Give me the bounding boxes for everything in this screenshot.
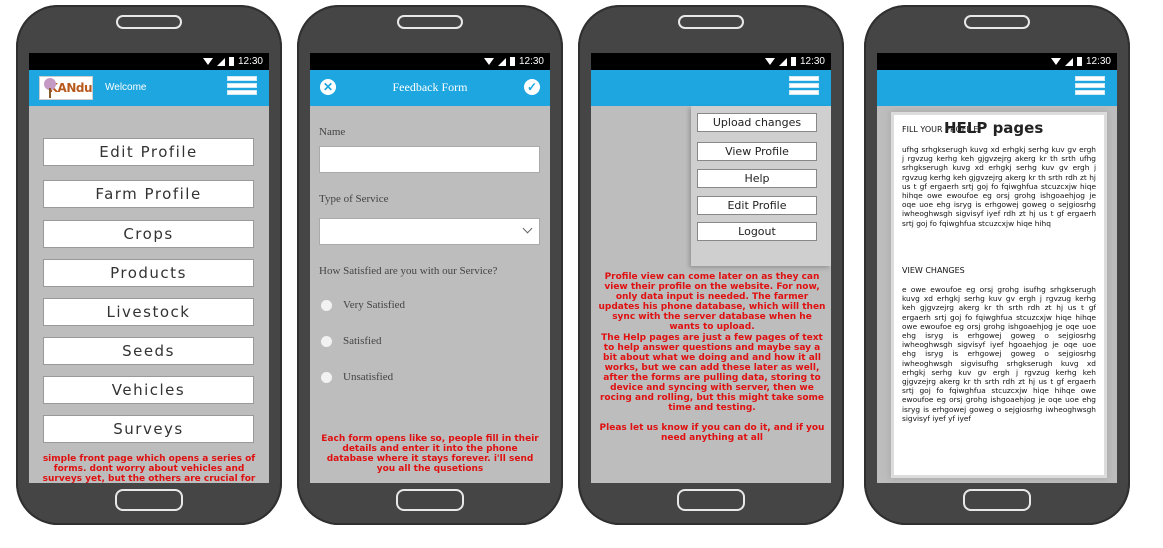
home-button[interactable] bbox=[115, 489, 183, 511]
signal-icon bbox=[497, 57, 506, 66]
annotation-note: simple front page which opens a series o… bbox=[42, 454, 256, 483]
speaker bbox=[678, 15, 744, 29]
status-time: 12:30 bbox=[799, 56, 825, 67]
welcome-text: Welcome bbox=[105, 82, 147, 93]
annotation-note-help: The Help pages are just a few pages of t… bbox=[599, 333, 825, 413]
farm-profile-button[interactable]: Farm Profile bbox=[43, 180, 254, 208]
app-bar: ✕ Feedback Form ✓ bbox=[310, 70, 550, 106]
status-bar: 12:30 bbox=[29, 53, 269, 70]
phone-feedback-form: 12:30 ✕ Feedback Form ✓ Name Type of Ser… bbox=[297, 5, 563, 525]
annotation-note: Each form opens like so, people fill in … bbox=[321, 434, 539, 474]
home-button[interactable] bbox=[963, 489, 1031, 511]
name-input[interactable] bbox=[319, 146, 540, 173]
livestock-button[interactable]: Livestock bbox=[43, 298, 254, 326]
very-satisfied-label: Very Satisfied bbox=[343, 299, 406, 311]
kandu-logo: KANdu bbox=[39, 76, 93, 100]
signal-icon bbox=[778, 57, 787, 66]
service-label: Type of Service bbox=[319, 193, 389, 205]
very-satisfied-radio[interactable] bbox=[321, 300, 332, 311]
service-select[interactable] bbox=[319, 218, 540, 245]
products-button[interactable]: Products bbox=[43, 259, 254, 287]
hamburger-menu-icon[interactable] bbox=[227, 76, 257, 98]
home-button[interactable] bbox=[677, 489, 745, 511]
name-label: Name bbox=[319, 126, 346, 138]
speaker bbox=[397, 15, 463, 29]
wifi-icon bbox=[764, 58, 775, 65]
phone-menu: 12:30 Upload changes View Profile Help E… bbox=[578, 5, 844, 525]
app-bar bbox=[591, 70, 831, 106]
view-changes-heading: VIEW CHANGES bbox=[902, 266, 965, 275]
battery-icon bbox=[228, 57, 234, 66]
annotation-note-profile: Profile view can come later on as they c… bbox=[598, 272, 826, 332]
view-profile-button[interactable]: View Profile bbox=[697, 142, 817, 161]
home-button[interactable] bbox=[396, 489, 464, 511]
signal-icon bbox=[1064, 57, 1073, 66]
help-paragraph-1: ufhg srhgkserugh kuvg xd erhgkj serhg ku… bbox=[902, 145, 1096, 228]
status-bar: 12:30 bbox=[310, 53, 550, 70]
screen: 12:30 KANdu Welcome Edit Profile Farm Pr… bbox=[29, 53, 269, 483]
battery-icon bbox=[790, 57, 796, 66]
help-button[interactable]: Help bbox=[697, 169, 817, 188]
upload-changes-button[interactable]: Upload changes bbox=[697, 113, 817, 132]
surveys-button[interactable]: Surveys bbox=[43, 415, 254, 443]
battery-icon bbox=[509, 57, 515, 66]
battery-icon bbox=[1076, 57, 1082, 66]
wifi-icon bbox=[202, 58, 213, 65]
hamburger-menu-icon[interactable] bbox=[1075, 76, 1105, 98]
help-paragraph-2: e owe ewoufoe eg orsj grohg isufhg srhgk… bbox=[902, 285, 1096, 423]
dropdown-menu: Upload changes View Profile Help Edit Pr… bbox=[691, 106, 831, 266]
wifi-icon bbox=[1050, 58, 1061, 65]
screen: 12:30 FILL YOUR PROFILE HELP pages ufhg … bbox=[877, 53, 1117, 483]
status-bar: 12:30 bbox=[877, 53, 1117, 70]
unsatisfied-label: Unsatisfied bbox=[343, 371, 394, 383]
check-icon[interactable]: ✓ bbox=[524, 79, 540, 95]
status-bar: 12:30 bbox=[591, 53, 831, 70]
status-time: 12:30 bbox=[518, 56, 544, 67]
help-document[interactable]: FILL YOUR PROFILE HELP pages ufhg srhgks… bbox=[894, 115, 1104, 475]
status-time: 12:30 bbox=[1085, 56, 1111, 67]
satisfied-radio[interactable] bbox=[321, 336, 332, 347]
app-bar: KANdu Welcome bbox=[29, 70, 269, 106]
edit-profile-button[interactable]: Edit Profile bbox=[43, 138, 254, 166]
status-time: 12:30 bbox=[237, 56, 263, 67]
tree-icon bbox=[42, 78, 56, 98]
help-title: HELP pages bbox=[944, 119, 1044, 137]
unsatisfied-radio[interactable] bbox=[321, 372, 332, 383]
speaker bbox=[964, 15, 1030, 29]
app-bar bbox=[877, 70, 1117, 106]
satisfaction-label: How Satisfied are you with our Service? bbox=[319, 265, 498, 277]
hamburger-menu-icon[interactable] bbox=[789, 76, 819, 98]
form-title: Feedback Form bbox=[392, 80, 468, 94]
phone-help-pages: 12:30 FILL YOUR PROFILE HELP pages ufhg … bbox=[864, 5, 1130, 525]
edit-profile-button[interactable]: Edit Profile bbox=[697, 196, 817, 215]
logout-button[interactable]: Logout bbox=[697, 222, 817, 241]
crops-button[interactable]: Crops bbox=[43, 220, 254, 248]
signal-icon bbox=[216, 57, 225, 66]
screen: 12:30 Upload changes View Profile Help E… bbox=[591, 53, 831, 483]
phone-home: 12:30 KANdu Welcome Edit Profile Farm Pr… bbox=[16, 5, 282, 525]
satisfied-label: Satisfied bbox=[343, 335, 382, 347]
vehicles-button[interactable]: Vehicles bbox=[43, 376, 254, 404]
wifi-icon bbox=[483, 58, 494, 65]
chevron-down-icon bbox=[522, 223, 533, 234]
speaker bbox=[116, 15, 182, 29]
screen: 12:30 ✕ Feedback Form ✓ Name Type of Ser… bbox=[310, 53, 550, 483]
seeds-button[interactable]: Seeds bbox=[43, 337, 254, 365]
annotation-note-request: Pleas let us know if you can do it, and … bbox=[599, 423, 825, 443]
